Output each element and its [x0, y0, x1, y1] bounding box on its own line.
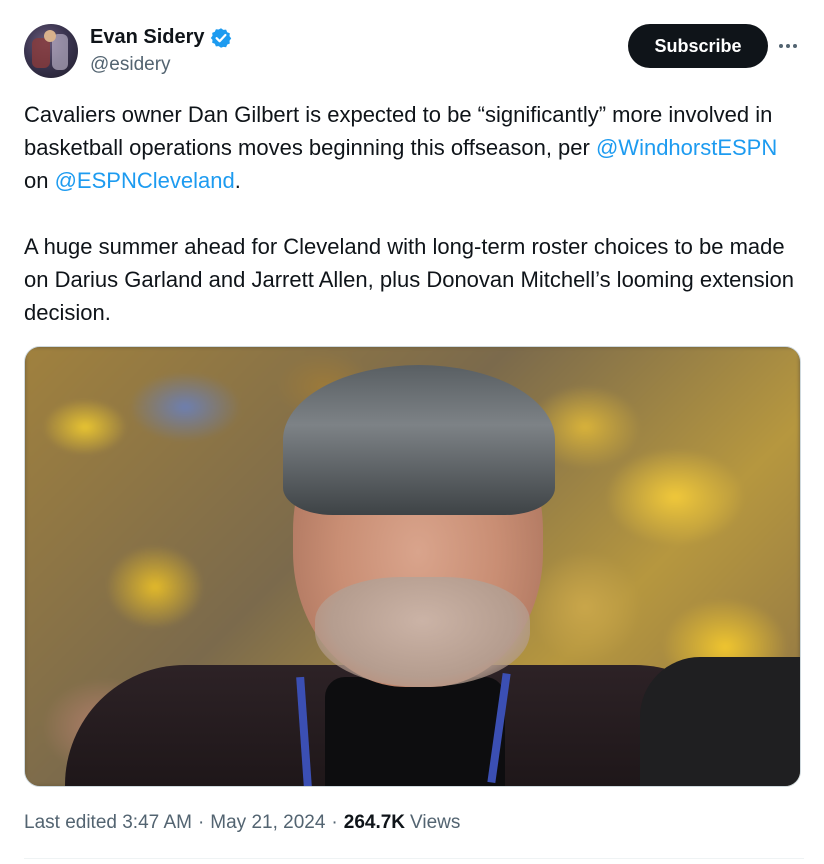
author-name-line: Evan Sidery [90, 26, 232, 49]
views-label: Views [410, 812, 461, 833]
divider [24, 858, 804, 859]
tweet-header: Evan Sidery @esidery Subscribe [24, 24, 800, 80]
mention-link-espncleveland[interactable]: @ESPNCleveland [55, 168, 235, 193]
meta-separator: · [197, 812, 205, 833]
photo-shirt [325, 677, 505, 786]
post-date[interactable]: May 21, 2024 [210, 812, 325, 834]
photo-hair [283, 365, 555, 515]
photo-beard [315, 577, 530, 687]
mention-link-windhorst[interactable]: @WindhorstESPN [596, 135, 777, 160]
photo-right-figure [640, 657, 800, 786]
tweet-text-segment: on [24, 168, 55, 193]
tweet-text-segment: . [234, 168, 241, 193]
verified-badge-icon [210, 27, 231, 48]
meta-separator: · [331, 812, 338, 833]
author-display-name[interactable]: Evan Sidery [90, 26, 205, 49]
tweet-text: Cavaliers owner Dan Gilbert is expected … [24, 98, 804, 329]
tweet-paragraph-2: A huge summer ahead for Cleveland with l… [24, 234, 795, 325]
tweet-metadata: Last edited 3:47 AM · May 21, 2024 · 264… [24, 812, 460, 834]
more-options-icon[interactable] [776, 34, 800, 58]
author-handle[interactable]: @esidery [90, 54, 171, 76]
edited-time[interactable]: Last edited 3:47 AM [24, 812, 192, 834]
views-count[interactable]: 264.7K [344, 812, 405, 834]
tweet-photo[interactable] [24, 346, 801, 787]
subscribe-button[interactable]: Subscribe [628, 24, 768, 68]
avatar[interactable] [24, 24, 78, 78]
tweet-paragraph-1: Cavaliers owner Dan Gilbert is expected … [24, 98, 804, 197]
